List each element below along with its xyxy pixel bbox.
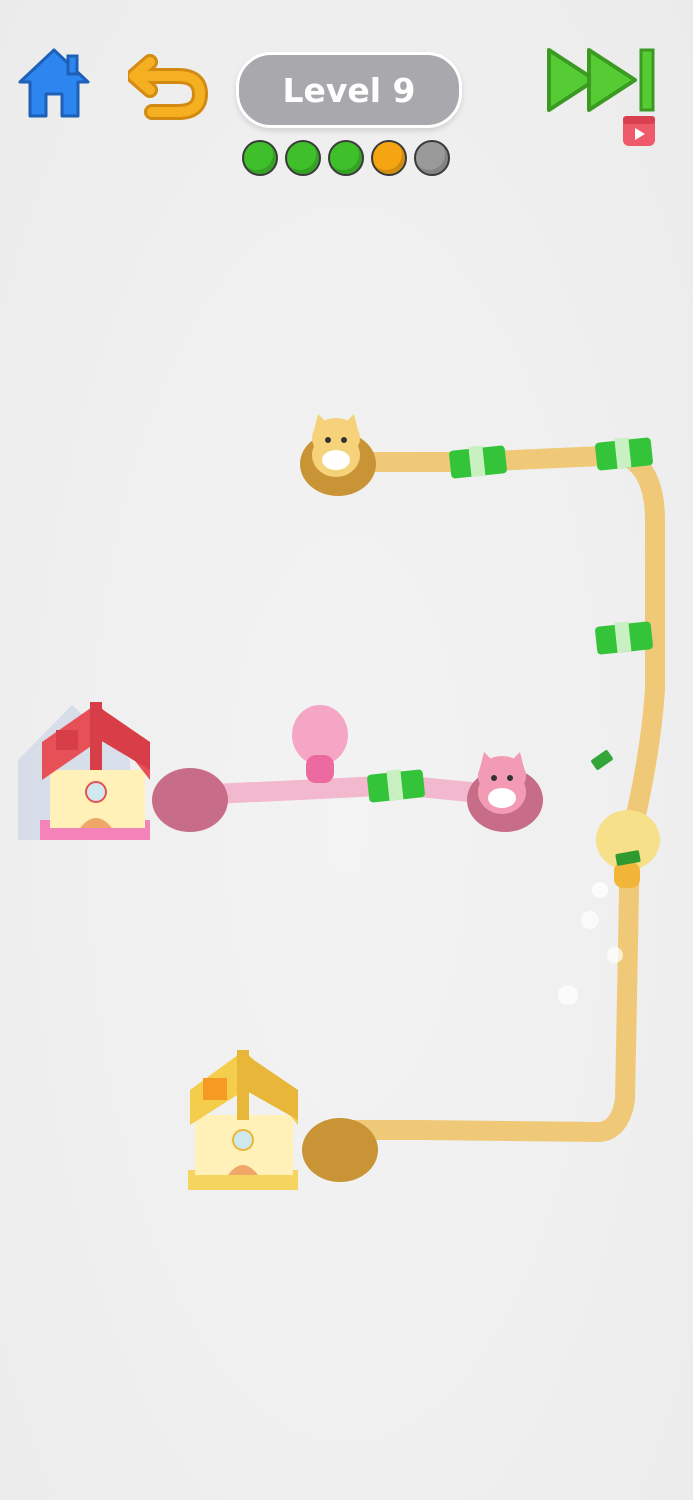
level-label: Level 9	[282, 70, 416, 110]
red-house	[18, 702, 150, 840]
progress-dot	[285, 140, 321, 176]
pink-path	[180, 774, 510, 805]
progress-dot-current	[371, 140, 407, 176]
yellow-character	[558, 810, 660, 1005]
skip-level-button[interactable]	[545, 44, 660, 154]
yellow-house	[188, 1050, 298, 1190]
cash-stack	[367, 769, 425, 803]
cash-stack	[595, 621, 653, 655]
pink-character	[292, 705, 348, 783]
undo-button[interactable]	[126, 48, 210, 124]
video-ad-icon	[623, 116, 655, 146]
pink-cat	[478, 752, 526, 814]
level-indicator: Level 9	[236, 52, 462, 128]
pink-start-pad	[152, 768, 228, 832]
progress-dot-locked	[414, 140, 450, 176]
fast-forward-icon	[547, 48, 655, 146]
yellow-end-pad	[302, 1118, 378, 1182]
cash-stack	[595, 437, 653, 471]
progress-dot	[242, 140, 278, 176]
home-icon	[18, 48, 90, 118]
yellow-cat	[312, 414, 360, 477]
cash-stack	[449, 445, 507, 479]
progress-dot	[328, 140, 364, 176]
game-scene	[18, 414, 665, 1190]
level-progress	[242, 140, 454, 178]
flying-cash	[591, 750, 613, 770]
undo-icon	[126, 54, 209, 120]
home-button[interactable]	[14, 44, 94, 124]
